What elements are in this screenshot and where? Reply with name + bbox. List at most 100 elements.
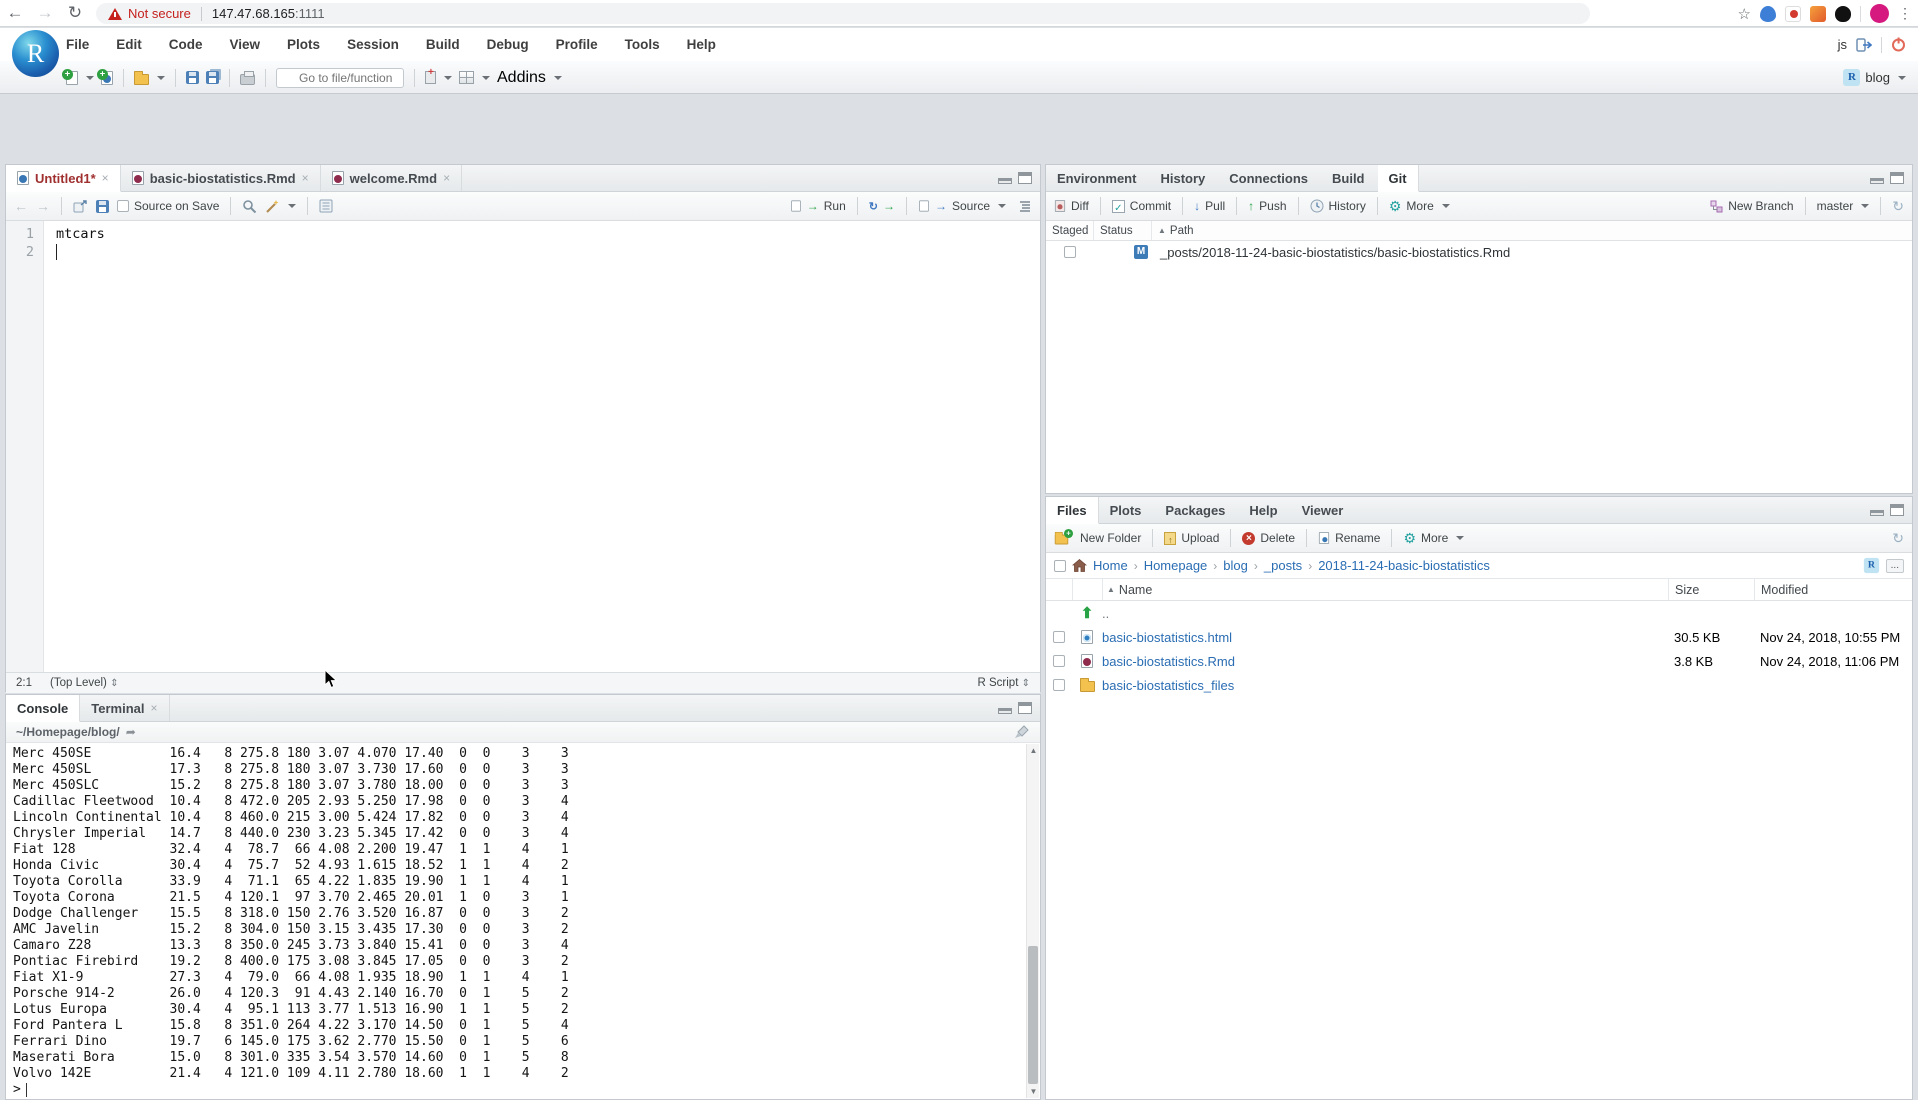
goto-file-input[interactable] [276, 68, 404, 88]
maximize-pane-icon[interactable] [1890, 504, 1904, 516]
compile-report-button[interactable]: + [425, 71, 452, 84]
document-outline-icon[interactable] [319, 199, 333, 213]
sign-out-icon[interactable] [1856, 38, 1872, 52]
source-forward-icon[interactable]: → [36, 198, 50, 214]
menu-debug[interactable]: Debug [487, 37, 529, 52]
find-replace-icon[interactable] [242, 199, 257, 214]
up-directory-link[interactable]: .. [1102, 606, 1668, 621]
tab-history[interactable]: History [1149, 165, 1218, 191]
file-checkbox[interactable] [1053, 655, 1065, 667]
menu-file[interactable]: File [66, 37, 89, 52]
console-prompt[interactable]: > [6, 1082, 1040, 1098]
branch-selector[interactable]: master [1817, 199, 1870, 213]
browser-menu-icon[interactable]: ⋮ [1898, 5, 1912, 22]
maximize-pane-icon[interactable] [1018, 702, 1032, 714]
source-on-save-checkbox[interactable] [117, 200, 129, 212]
browser-forward-button[interactable]: → [30, 3, 60, 23]
breadcrumb-posts[interactable]: _posts [1264, 558, 1302, 573]
tab-git[interactable]: Git [1378, 165, 1419, 192]
save-all-button[interactable] [206, 71, 219, 84]
menu-profile[interactable]: Profile [556, 37, 598, 52]
tab-viewer[interactable]: Viewer [1291, 497, 1357, 523]
quit-session-icon[interactable] [1891, 37, 1906, 52]
file-link[interactable]: basic-biostatistics.Rmd [1102, 654, 1235, 669]
browser-back-button[interactable]: ← [0, 3, 30, 23]
not-secure-label[interactable]: Not secure [128, 6, 191, 21]
save-button[interactable] [186, 71, 199, 84]
open-in-new-window-icon[interactable] [73, 200, 88, 213]
code-tools-button[interactable] [265, 199, 296, 214]
tab-help[interactable]: Help [1238, 497, 1290, 523]
maximize-pane-icon[interactable] [1890, 172, 1904, 184]
scope-selector[interactable]: (Top Level) ⇕ [50, 677, 118, 689]
menu-session[interactable]: Session [347, 37, 399, 52]
source-back-icon[interactable]: ← [14, 198, 28, 214]
rename-button[interactable]: Rename [1318, 531, 1380, 545]
source-tab-untitled1[interactable]: Untitled1* × [6, 165, 121, 192]
refresh-icon[interactable]: ↻ [1892, 530, 1904, 547]
source-tab-basic-biostatistics[interactable]: basic-biostatistics.Rmd × [121, 165, 321, 191]
address-bar[interactable]: Not secure 147.47.68.165 :1111 [96, 3, 1590, 24]
goto-file-function[interactable]: ➤ [276, 68, 404, 88]
column-modified[interactable]: Modified [1754, 579, 1912, 600]
breadcrumb-current-dir[interactable]: 2018-11-24-basic-biostatistics [1318, 558, 1490, 573]
source-button[interactable]: →Source [918, 199, 1006, 213]
new-branch-button[interactable]: New Branch [1710, 199, 1793, 213]
tab-environment[interactable]: Environment [1046, 165, 1149, 191]
code-editor[interactable]: 1 2 mtcars [6, 221, 1040, 672]
run-button[interactable]: →Run [790, 199, 846, 213]
rerun-button[interactable]: ↻→ [869, 199, 895, 213]
project-menu[interactable]: R blog [1843, 61, 1906, 94]
tab-plots[interactable]: Plots [1099, 497, 1155, 523]
git-commit-button[interactable]: ✓Commit [1112, 199, 1171, 213]
column-size[interactable]: Size [1668, 579, 1754, 600]
close-tab-icon[interactable]: × [443, 171, 450, 185]
column-status[interactable]: Status [1094, 221, 1152, 240]
minimize-pane-icon[interactable] [998, 708, 1012, 714]
menu-code[interactable]: Code [169, 37, 203, 52]
delete-button[interactable]: ×Delete [1242, 531, 1295, 545]
minimize-pane-icon[interactable] [1870, 510, 1884, 516]
source-on-save-toggle[interactable]: Source on Save [117, 199, 219, 213]
file-type-selector[interactable]: R Script ⇕ [978, 677, 1031, 689]
extension-icon-shield[interactable] [1760, 6, 1776, 22]
extension-icon-gnome-foot[interactable] [1835, 6, 1851, 22]
scrollbar-down-icon[interactable]: ▼ [1027, 1087, 1040, 1096]
column-staged[interactable]: Staged [1046, 221, 1094, 240]
extension-icon-red-dot[interactable] [1785, 6, 1801, 22]
menu-edit[interactable]: Edit [116, 37, 142, 52]
staged-checkbox[interactable] [1064, 246, 1076, 258]
close-terminal-icon[interactable]: × [151, 701, 158, 715]
clear-console-icon[interactable] [1014, 725, 1030, 739]
menu-plots[interactable]: Plots [287, 37, 320, 52]
maximize-pane-icon[interactable] [1018, 172, 1032, 184]
tab-packages[interactable]: Packages [1154, 497, 1238, 523]
menu-help[interactable]: Help [687, 37, 716, 52]
profile-avatar[interactable] [1870, 4, 1889, 23]
menu-tools[interactable]: Tools [625, 37, 660, 52]
git-diff-button[interactable]: Diff [1054, 199, 1089, 213]
home-icon[interactable] [1072, 559, 1087, 572]
show-outline-icon[interactable] [1018, 200, 1032, 212]
close-tab-icon[interactable]: × [302, 171, 309, 185]
git-more-button[interactable]: ⚙More [1389, 198, 1450, 215]
tab-build[interactable]: Build [1321, 165, 1378, 191]
git-file-row[interactable]: M _posts/2018-11-24-basic-biostatistics/… [1046, 241, 1912, 263]
tab-files[interactable]: Files [1046, 497, 1099, 524]
parent-directory-row[interactable]: ⬆ .. [1046, 601, 1912, 625]
new-project-button[interactable]: + [101, 71, 113, 85]
column-name[interactable]: ▲Name [1102, 579, 1668, 600]
files-more-button[interactable]: ⚙More [1403, 530, 1464, 547]
browser-reload-button[interactable]: ↻ [60, 3, 90, 23]
file-checkbox[interactable] [1053, 631, 1065, 643]
scrollbar-up-icon[interactable]: ▲ [1027, 746, 1040, 755]
folder-link[interactable]: basic-biostatistics_files [1102, 678, 1234, 693]
new-file-button[interactable]: + [66, 71, 94, 85]
git-history-button[interactable]: History [1310, 199, 1366, 213]
tab-console[interactable]: Console [6, 695, 80, 722]
save-source-button[interactable] [96, 200, 109, 213]
file-checkbox[interactable] [1053, 679, 1065, 691]
extension-icon-orange[interactable] [1810, 6, 1826, 22]
select-all-checkbox[interactable] [1054, 560, 1066, 572]
path-ellipsis-button[interactable]: ... [1886, 559, 1904, 573]
